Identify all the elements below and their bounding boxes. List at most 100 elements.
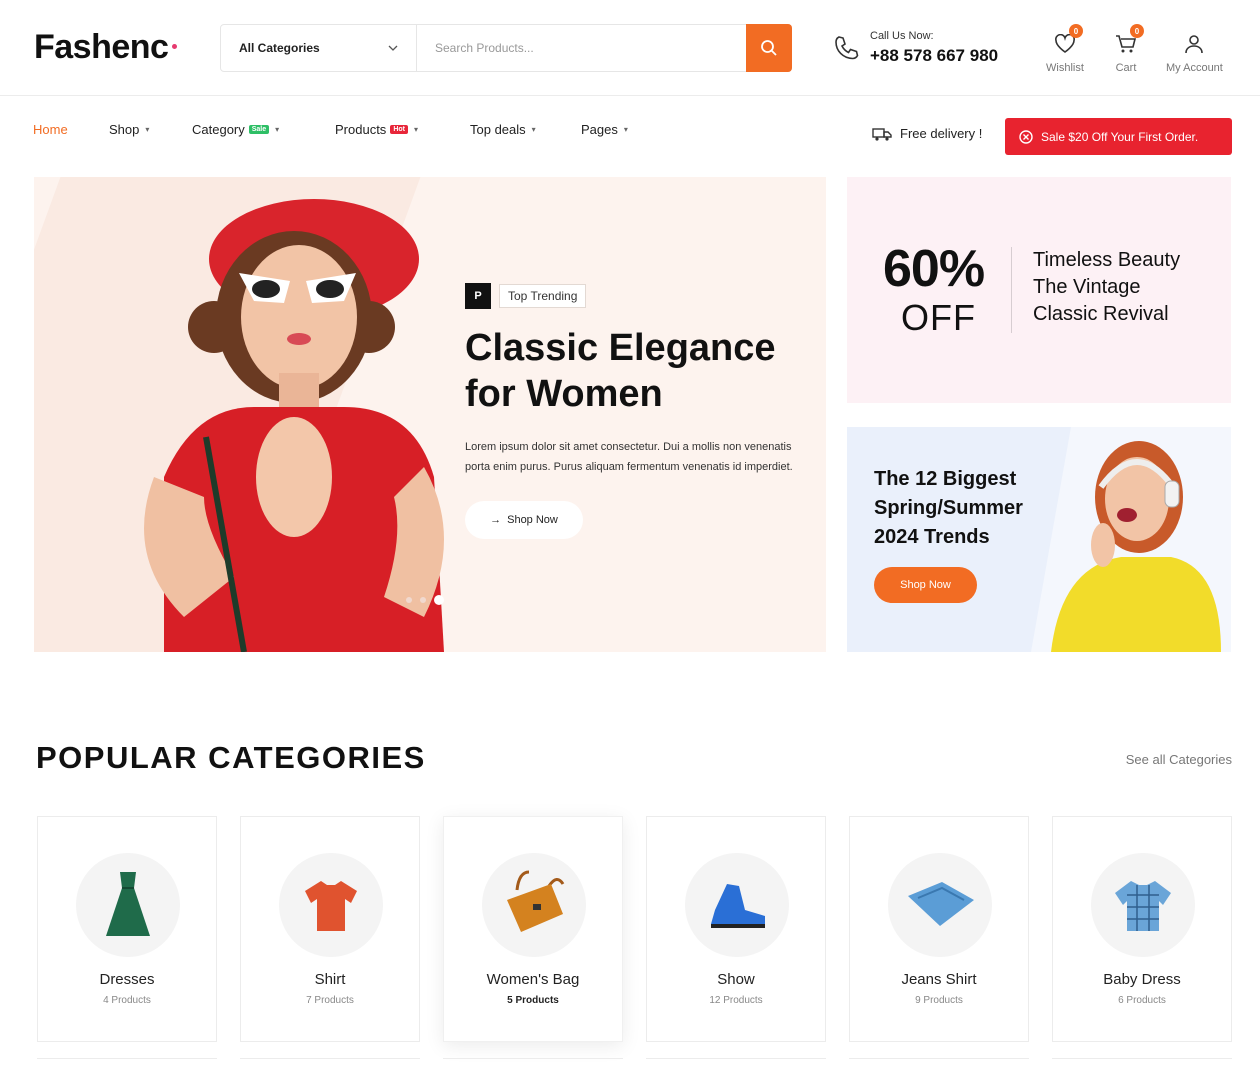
category-image-circle [685,853,789,957]
category-card-show[interactable]: Show 12 Products [646,816,826,1042]
site-logo[interactable]: Fashenc [34,28,169,67]
search-bar: All Categories [220,24,792,72]
free-delivery-text: Free delivery ! [900,126,983,141]
account-label: My Account [1166,62,1223,74]
hero-description: Lorem ipsum dolor sit amet consectetur. … [465,441,793,473]
nav-item-home[interactable]: Home [33,122,68,137]
nav-item-shop[interactable]: Shop ▾ [109,122,149,137]
cart-label: Cart [1115,62,1137,74]
promo-banner-button[interactable]: Sale $20 Off Your First Order. [1005,118,1232,155]
call-us-label: Call Us Now: [870,30,934,42]
cart-link[interactable]: 0 Cart [1114,24,1144,74]
trends-shop-now-button[interactable]: Shop Now [874,567,977,603]
category-image-circle [1091,853,1195,957]
category-count: 9 Products [915,995,963,1006]
offer-line: The Vintage [1033,276,1141,298]
slider-dot[interactable] [420,597,426,603]
nav-item-label: Category [192,122,245,137]
offer-off: OFF [901,297,976,338]
slider-dot-active[interactable] [434,595,444,605]
category-image-circle [482,853,586,957]
wishlist-link[interactable]: 0 Wishlist [1046,24,1084,74]
chevron-down-icon: ▾ [623,125,628,134]
nav-item-top-deals[interactable]: Top deals ▾ [470,122,536,137]
category-count: 4 Products [103,995,151,1006]
truck-icon [872,127,892,141]
category-card-jeans-shirt[interactable]: Jeans Shirt 9 Products [849,816,1029,1042]
shoe-icon [711,884,765,928]
nav-item-category[interactable]: Category Sale ▾ [192,122,279,137]
offer-line: Classic Revival [1033,303,1169,325]
chevron-down-icon: ▾ [531,125,536,134]
search-input[interactable] [417,25,746,71]
logo-dot [172,44,177,49]
nav-item-label: Home [33,122,68,137]
category-count: 6 Products [1118,995,1166,1006]
cart-count-badge: 0 [1130,24,1144,38]
offer-banner[interactable]: 60% OFF Timeless Beauty The Vintage Clas… [847,177,1231,403]
phone-number[interactable]: +88 578 667 980 [870,46,998,66]
dress-icon [106,872,150,936]
call-us: Call Us Now: +88 578 667 980 [832,30,998,66]
wishlist-count-badge: 0 [1068,24,1083,38]
account-link[interactable]: My Account [1166,32,1223,74]
category-card-shirt[interactable]: Shirt 7 Products [240,816,420,1042]
chevron-down-icon: ▾ [275,125,280,134]
free-delivery: Free delivery ! [872,126,982,141]
tshirt-icon [305,881,357,931]
folded-shirt-icon [908,882,974,926]
trend-label: Top Trending [499,284,587,308]
checked-shirt-icon [1115,881,1171,931]
category-name: Jeans Shirt [901,971,977,988]
nav-item-pages[interactable]: Pages ▾ [581,122,628,137]
trend-badge-icon: P [465,283,491,309]
category-card-dresses[interactable]: Dresses 4 Products [37,816,217,1042]
button-label: Shop Now [507,514,558,526]
search-button[interactable] [746,24,792,72]
nav-item-label: Pages [581,122,618,137]
trends-banner: The 12 Biggest Spring/Summer 2024 Trends… [847,427,1231,652]
close-circle-icon [1019,129,1033,144]
next-row-card-edge [849,1058,1029,1065]
trends-line: The 12 Biggest [874,468,1017,490]
slider-dot[interactable] [406,597,412,603]
chevron-down-icon: ▾ [145,125,150,134]
hero-title: Classic Elegance for Women [465,325,795,417]
category-count: 7 Products [306,995,354,1006]
user-icon [1185,35,1204,54]
slider-dots [406,595,444,605]
next-row-card-edge [443,1058,623,1065]
category-image-circle [888,853,992,957]
nav-item-label: Top deals [470,122,526,137]
trends-line: Spring/Summer [874,497,1023,519]
divider [1011,247,1012,333]
nav-item-label: Products [335,122,387,137]
see-all-categories-link[interactable]: See all Categories [1126,752,1232,767]
wishlist-label: Wishlist [1046,62,1084,74]
hero-content: P Top Trending Classic Elegance for Wome… [465,283,795,539]
nav-item-products[interactable]: Products Hot ▾ [335,122,418,137]
hero-shop-now-button[interactable]: → Shop Now [465,501,583,539]
category-name: Show [717,971,755,988]
category-select[interactable]: All Categories [221,25,417,71]
section-title: POPULAR CATEGORIES [36,740,426,775]
sale-tag: Sale [248,125,270,134]
promo-text: Sale $20 Off Your First Order. [1041,129,1199,144]
category-name: Baby Dress [1103,971,1181,988]
site-header: Fashenc All Categories Call Us Now: +88 … [0,0,1260,96]
category-count: 5 Products [507,995,559,1006]
category-image-circle [76,853,180,957]
category-name: Shirt [314,971,346,988]
category-card-baby-dress[interactable]: Baby Dress 6 Products [1052,816,1232,1042]
next-row-card-edge [1052,1058,1232,1065]
category-count: 12 Products [709,995,763,1006]
category-card-womens-bag[interactable]: Women's Bag 5 Products [443,816,623,1042]
search-icon [761,40,777,56]
next-row-card-edge [37,1058,217,1065]
nav-item-label: Shop [109,122,140,137]
hero-title-line: Classic Elegance [465,327,776,369]
trends-text: The 12 Biggest Spring/Summer 2024 Trends [874,465,1023,552]
category-image-circle [279,853,383,957]
chevron-down-icon: ▾ [413,125,418,134]
bag-icon [507,870,565,932]
